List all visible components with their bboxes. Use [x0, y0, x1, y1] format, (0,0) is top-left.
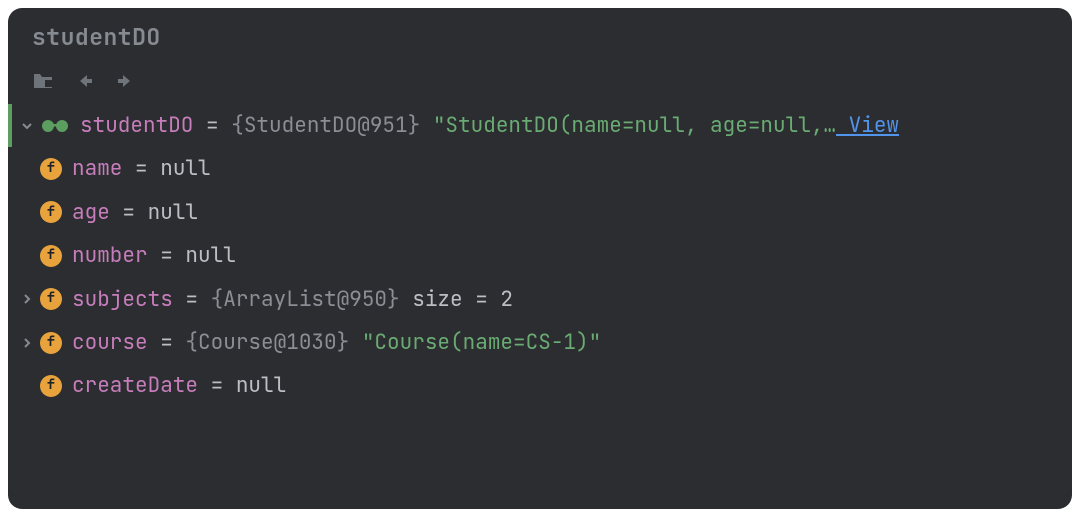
value-token: null	[160, 155, 210, 182]
var-name: age	[72, 199, 110, 226]
row-content: createDate = null	[72, 371, 286, 400]
toolbar: ×	[8, 58, 1072, 104]
chevron-down-icon[interactable]	[20, 119, 40, 133]
eq-token: =	[122, 155, 160, 182]
field-icon: f	[40, 245, 62, 267]
tree-row-field[interactable]: f course = {Course@1030} "Course(name=CS…	[8, 321, 1072, 364]
value-token: null	[148, 199, 198, 226]
type-token: {StudentDO@951}	[231, 112, 420, 139]
field-icon: f	[40, 158, 62, 180]
nav-forward-icon[interactable]	[116, 72, 134, 90]
var-name: createDate	[72, 372, 198, 399]
variables-tree: studentDO = {StudentDO@951} "StudentDO(n…	[8, 104, 1072, 408]
string-token: "Course(name=CS-1)"	[349, 329, 601, 356]
eq-token: =	[148, 329, 186, 356]
var-name: number	[72, 242, 148, 269]
tree-row-field[interactable]: f subjects = {ArrayList@950} size = 2	[8, 278, 1072, 321]
string-token: "StudentDO(name=null, age=null,…	[420, 112, 836, 139]
value-token: size = 2	[412, 286, 513, 313]
tree-row-field[interactable]: f age = null	[8, 191, 1072, 234]
tree-row-root[interactable]: studentDO = {StudentDO@951} "StudentDO(n…	[8, 104, 1072, 147]
watch-glasses-icon	[40, 118, 70, 134]
tree-row-field[interactable]: f createDate = null	[8, 364, 1072, 407]
field-icon: f	[40, 201, 62, 223]
svg-text:×: ×	[45, 76, 51, 89]
field-icon: f	[40, 375, 62, 397]
new-watch-folder-icon[interactable]: ×	[32, 72, 54, 90]
row-content: number = null	[72, 241, 236, 270]
type-token: {ArrayList@950}	[211, 286, 413, 313]
row-content: name = null	[72, 154, 211, 183]
field-icon: f	[40, 288, 62, 310]
var-name: name	[72, 155, 122, 182]
tree-row-field[interactable]: f number = null	[8, 234, 1072, 277]
var-name: subjects	[72, 286, 173, 313]
view-link[interactable]: View	[836, 112, 899, 139]
eq-token: =	[110, 199, 148, 226]
nav-back-icon[interactable]	[76, 72, 94, 90]
row-content: course = {Course@1030} "Course(name=CS-1…	[72, 328, 601, 357]
panel-title: studentDO	[8, 8, 1072, 58]
eq-token: =	[193, 112, 231, 139]
debugger-variables-panel: studentDO ×	[8, 8, 1072, 509]
eq-token: =	[148, 242, 186, 269]
var-name: course	[72, 329, 148, 356]
var-name: studentDO	[80, 112, 193, 139]
row-content: age = null	[72, 198, 198, 227]
value-token: null	[185, 242, 235, 269]
row-content: subjects = {ArrayList@950} size = 2	[72, 285, 513, 314]
field-icon: f	[40, 332, 62, 354]
chevron-right-icon[interactable]	[20, 336, 40, 350]
chevron-right-icon[interactable]	[20, 292, 40, 306]
type-token: {Course@1030}	[185, 329, 349, 356]
eq-token: =	[173, 286, 211, 313]
row-content: studentDO = {StudentDO@951} "StudentDO(n…	[80, 111, 899, 140]
value-token: null	[236, 372, 286, 399]
tree-row-field[interactable]: f name = null	[8, 147, 1072, 190]
eq-token: =	[198, 372, 236, 399]
